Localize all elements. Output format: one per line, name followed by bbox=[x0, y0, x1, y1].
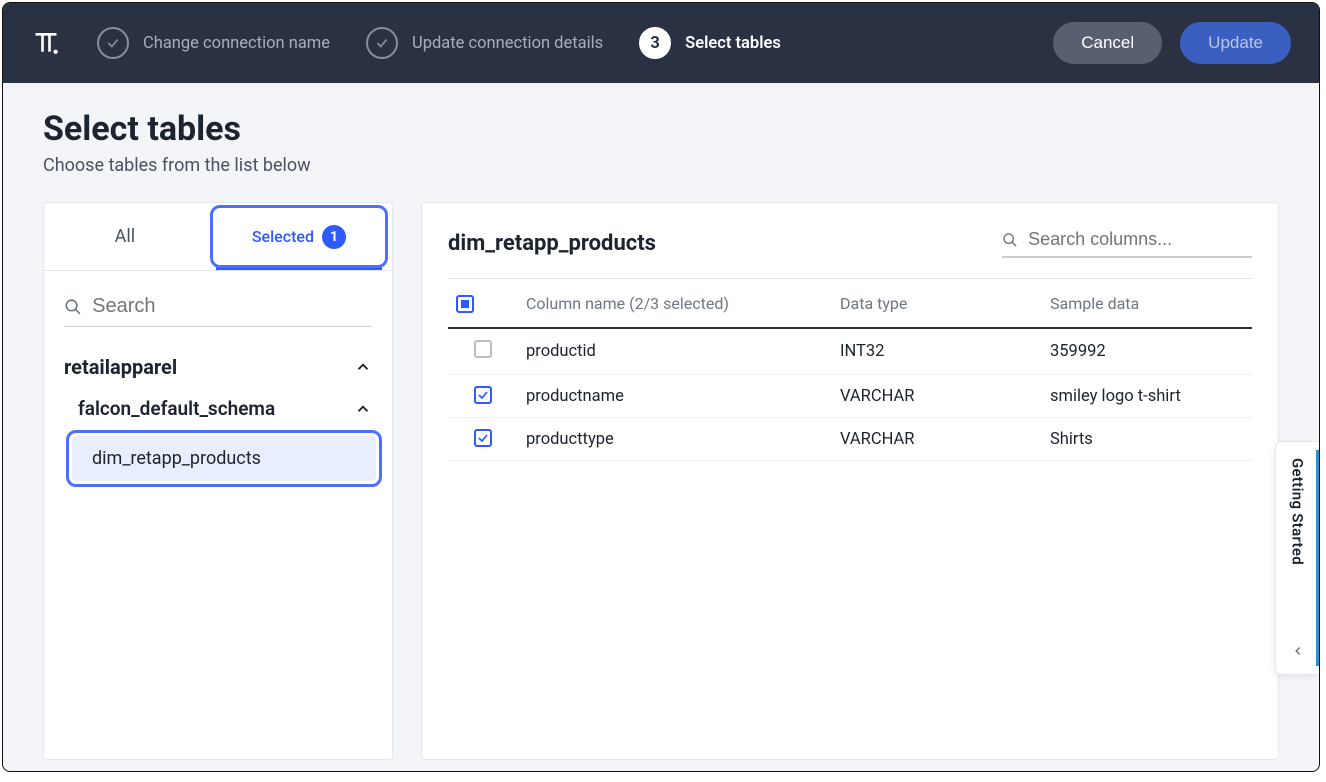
row-checkbox[interactable] bbox=[474, 340, 492, 358]
check-icon bbox=[366, 27, 398, 59]
update-button[interactable]: Update bbox=[1180, 22, 1291, 64]
row-checkbox[interactable] bbox=[474, 429, 492, 447]
step-label: Select tables bbox=[685, 34, 781, 53]
columns-panel: dim_retapp_products Column name (2/3 sel… bbox=[421, 202, 1279, 760]
col-type: VARCHAR bbox=[832, 418, 1042, 461]
col-type: VARCHAR bbox=[832, 375, 1042, 418]
table-row: producttypeVARCHARShirts bbox=[448, 418, 1252, 461]
table-row: productidINT32359992 bbox=[448, 328, 1252, 375]
select-all-checkbox[interactable] bbox=[456, 295, 474, 313]
page-subtitle: Choose tables from the list below bbox=[43, 155, 1279, 176]
col-name: producttype bbox=[518, 418, 832, 461]
cancel-button[interactable]: Cancel bbox=[1053, 22, 1162, 64]
schema-header[interactable]: falcon_default_schema bbox=[44, 379, 392, 420]
step-label: Update connection details bbox=[412, 34, 603, 53]
col-header-sample: Sample data bbox=[1042, 279, 1252, 329]
chevron-left-icon bbox=[1291, 644, 1305, 658]
page-title: Select tables bbox=[43, 109, 1279, 149]
col-name: productid bbox=[518, 328, 832, 375]
step-select-tables[interactable]: 3 Select tables bbox=[639, 27, 781, 59]
app-logo bbox=[31, 28, 61, 58]
col-sample: 359992 bbox=[1042, 328, 1252, 375]
topbar: Change connection name Update connection… bbox=[3, 3, 1319, 83]
col-type: INT32 bbox=[832, 328, 1042, 375]
getting-started-label: Getting Started bbox=[1289, 458, 1307, 565]
search-icon bbox=[1002, 231, 1018, 249]
columns-search[interactable] bbox=[1002, 229, 1252, 258]
columns-table: Column name (2/3 selected) Data type Sam… bbox=[448, 278, 1252, 461]
chevron-up-icon bbox=[354, 400, 372, 418]
col-sample: smiley logo t-shirt bbox=[1042, 375, 1252, 418]
wizard-steps: Change connection name Update connection… bbox=[97, 27, 1017, 59]
step-label: Change connection name bbox=[143, 34, 330, 53]
tables-search-input[interactable] bbox=[92, 295, 372, 318]
check-icon bbox=[97, 27, 129, 59]
search-icon bbox=[64, 297, 82, 317]
tables-panel: All Selected 1 bbox=[43, 202, 393, 760]
step-change-connection-name[interactable]: Change connection name bbox=[97, 27, 330, 59]
col-header-type: Data type bbox=[832, 279, 1042, 329]
getting-started-tab[interactable]: Getting Started bbox=[1275, 441, 1319, 675]
database-header[interactable]: retailapparel bbox=[44, 333, 392, 379]
col-name: productname bbox=[518, 375, 832, 418]
schema-name: falcon_default_schema bbox=[78, 397, 275, 420]
chevron-up-icon bbox=[354, 358, 372, 376]
table-item-label: dim_retapp_products bbox=[72, 436, 376, 481]
columns-table-title: dim_retapp_products bbox=[448, 231, 656, 256]
tables-search[interactable] bbox=[64, 295, 372, 327]
col-sample: Shirts bbox=[1042, 418, 1252, 461]
tab-selected-label: Selected bbox=[252, 227, 314, 246]
database-name: retailapparel bbox=[64, 355, 177, 379]
tab-selected[interactable]: Selected 1 bbox=[206, 203, 392, 270]
selected-count-badge: 1 bbox=[322, 225, 346, 249]
step-number: 3 bbox=[639, 27, 671, 59]
step-update-connection-details[interactable]: Update connection details bbox=[366, 27, 603, 59]
row-checkbox[interactable] bbox=[474, 386, 492, 404]
table-row: productnameVARCHARsmiley logo t-shirt bbox=[448, 375, 1252, 418]
col-header-name: Column name (2/3 selected) bbox=[518, 279, 832, 329]
table-item-selected[interactable]: dim_retapp_products bbox=[72, 436, 376, 481]
columns-search-input[interactable] bbox=[1028, 229, 1252, 250]
tab-all[interactable]: All bbox=[44, 203, 206, 270]
